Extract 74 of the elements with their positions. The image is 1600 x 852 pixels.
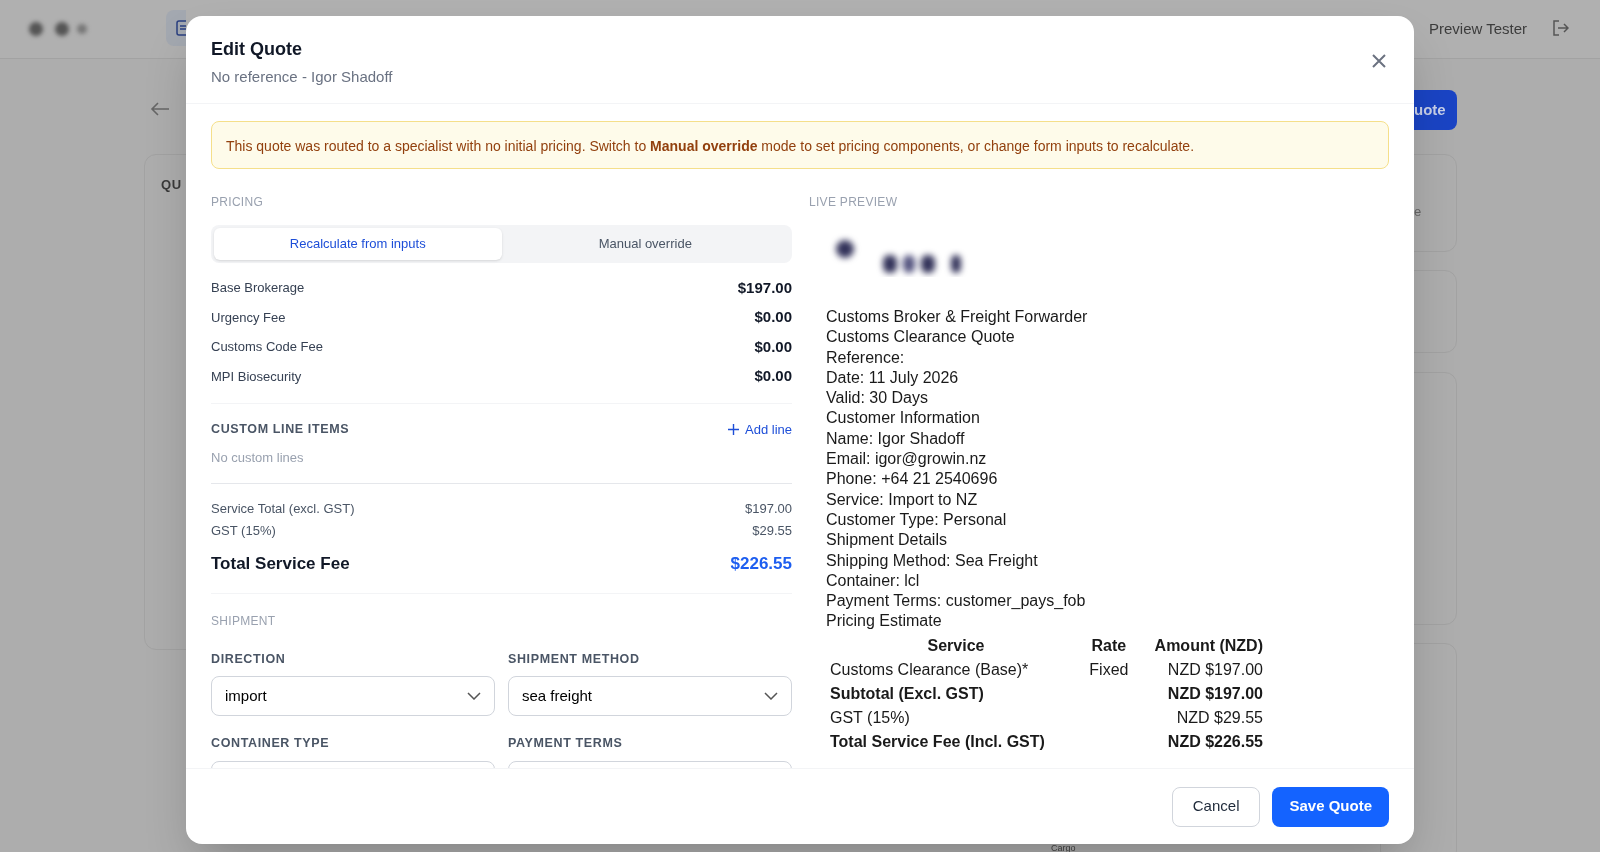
mode-tab[interactable]: Recalculate from inputs <box>214 228 502 260</box>
price-label: Base Brokerage <box>211 279 305 297</box>
preview-text: Customer Type: Personal <box>826 509 1008 530</box>
plus-icon <box>728 424 739 436</box>
preview-text: Valid: 30 Days <box>826 388 929 409</box>
field-label: CONTAINER TYPE <box>211 735 331 753</box>
modal-subtitle: No reference - Igor Shadoff <box>211 67 393 87</box>
total-value: $226.55 <box>730 553 792 575</box>
total-label: Total Service Fee <box>211 553 350 575</box>
price-value: $0.00 <box>754 366 792 386</box>
user-name: Preview Tester <box>1429 19 1528 39</box>
preview-text: Customer Information <box>826 408 981 429</box>
preview-text: Customs Broker & Freight Forwarder <box>826 307 1089 327</box>
select-field[interactable]: sea freight <box>508 676 792 717</box>
preview-text: Service: Import to NZ <box>826 489 979 510</box>
preview-text: Reference: <box>826 347 906 368</box>
new-quote-button[interactable]: uote <box>1414 90 1457 130</box>
empty-text: No custom lines <box>211 448 305 467</box>
price-label: Customs Code Fee <box>211 338 323 356</box>
card-text: e <box>1414 203 1422 221</box>
table-cell-text: Customs Clearance (Base)* <box>830 659 1030 680</box>
field-label: PAYMENT TERMS <box>508 735 624 753</box>
table-cell-text: NZD $197.00 <box>1166 659 1263 680</box>
table-header: Service <box>926 635 986 656</box>
cancel-button[interactable]: Cancel <box>1171 786 1261 827</box>
chevron-down-icon <box>764 692 778 701</box>
subtotal-label: GST (15%) <box>211 522 276 541</box>
preview-text: Shipment Details <box>826 530 948 551</box>
preview-text: Date: 11 July 2026 <box>826 367 960 388</box>
price-value: $0.00 <box>754 307 792 327</box>
add-line-link[interactable]: Add line <box>728 420 792 440</box>
section-heading: LIVE PREVIEW <box>809 194 899 211</box>
back-arrow-icon <box>150 101 170 117</box>
table-cell-text: Fixed <box>1088 659 1130 680</box>
select-field[interactable]: import <box>211 676 495 717</box>
table-cell-text: GST (15%) <box>830 707 911 728</box>
warning-alert: This quote was routed to a specialist with no initial pricing. Switch to Manual override mode to set pricing components, or change form inputs to recalculate. <box>211 121 1389 169</box>
preview-text: Email: igor@growin.nz <box>826 449 988 470</box>
table-cell-text: Subtotal (Excl. GST) <box>830 683 985 704</box>
table-cell-text: NZD $29.55 <box>1175 707 1263 728</box>
subtotal-label: Service Total (excl. GST) <box>211 500 355 519</box>
save-button[interactable]: Save Quote <box>1272 786 1389 827</box>
nav-tab[interactable] <box>166 10 186 46</box>
card-heading: QU <box>161 176 182 194</box>
field-label: SHIPMENT METHOD <box>508 650 641 668</box>
subtotal-value: $197.00 <box>745 500 792 519</box>
mode-tab[interactable]: Manual override <box>501 228 789 260</box>
subtotal-value: $29.55 <box>752 522 792 541</box>
price-value: $197.00 <box>737 277 792 298</box>
price-label: MPI Biosecurity <box>211 367 302 386</box>
preview-text: Pricing Estimate <box>826 611 943 632</box>
preview-text: Payment Terms: customer_pays_fob <box>826 591 1087 612</box>
chevron-down-icon <box>467 692 481 701</box>
preview-text: Name: Igor Shadoff <box>826 428 966 449</box>
logout-icon <box>1551 19 1569 37</box>
modal-title: Edit Quote <box>211 38 302 61</box>
preview-text: Phone: +64 21 2540696 <box>826 469 999 490</box>
section-heading: CUSTOM LINE ITEMS <box>211 421 350 439</box>
document-icon <box>176 20 186 36</box>
price-label: Urgency Fee <box>211 308 286 327</box>
section-heading: PRICING <box>211 194 265 211</box>
close-icon <box>1372 54 1386 68</box>
cargo-label: Cargo <box>1051 844 1076 852</box>
field-label: DIRECTION <box>211 650 287 668</box>
section-heading: SHIPMENT <box>211 612 277 630</box>
preview-text: Shipping Method: Sea Freight <box>826 550 1039 571</box>
table-header: Rate <box>1090 635 1128 656</box>
preview-text: Container: lcl <box>826 570 921 591</box>
table-cell-text: Total Service Fee (Incl. GST) <box>830 731 1046 752</box>
table-cell-text: NZD $226.55 <box>1166 731 1263 752</box>
table-header: Amount (NZD) <box>1153 635 1263 656</box>
table-cell-text: NZD $197.00 <box>1166 683 1263 704</box>
price-value: $0.00 <box>754 336 792 357</box>
preview-text: Customs Clearance Quote <box>826 327 1016 348</box>
